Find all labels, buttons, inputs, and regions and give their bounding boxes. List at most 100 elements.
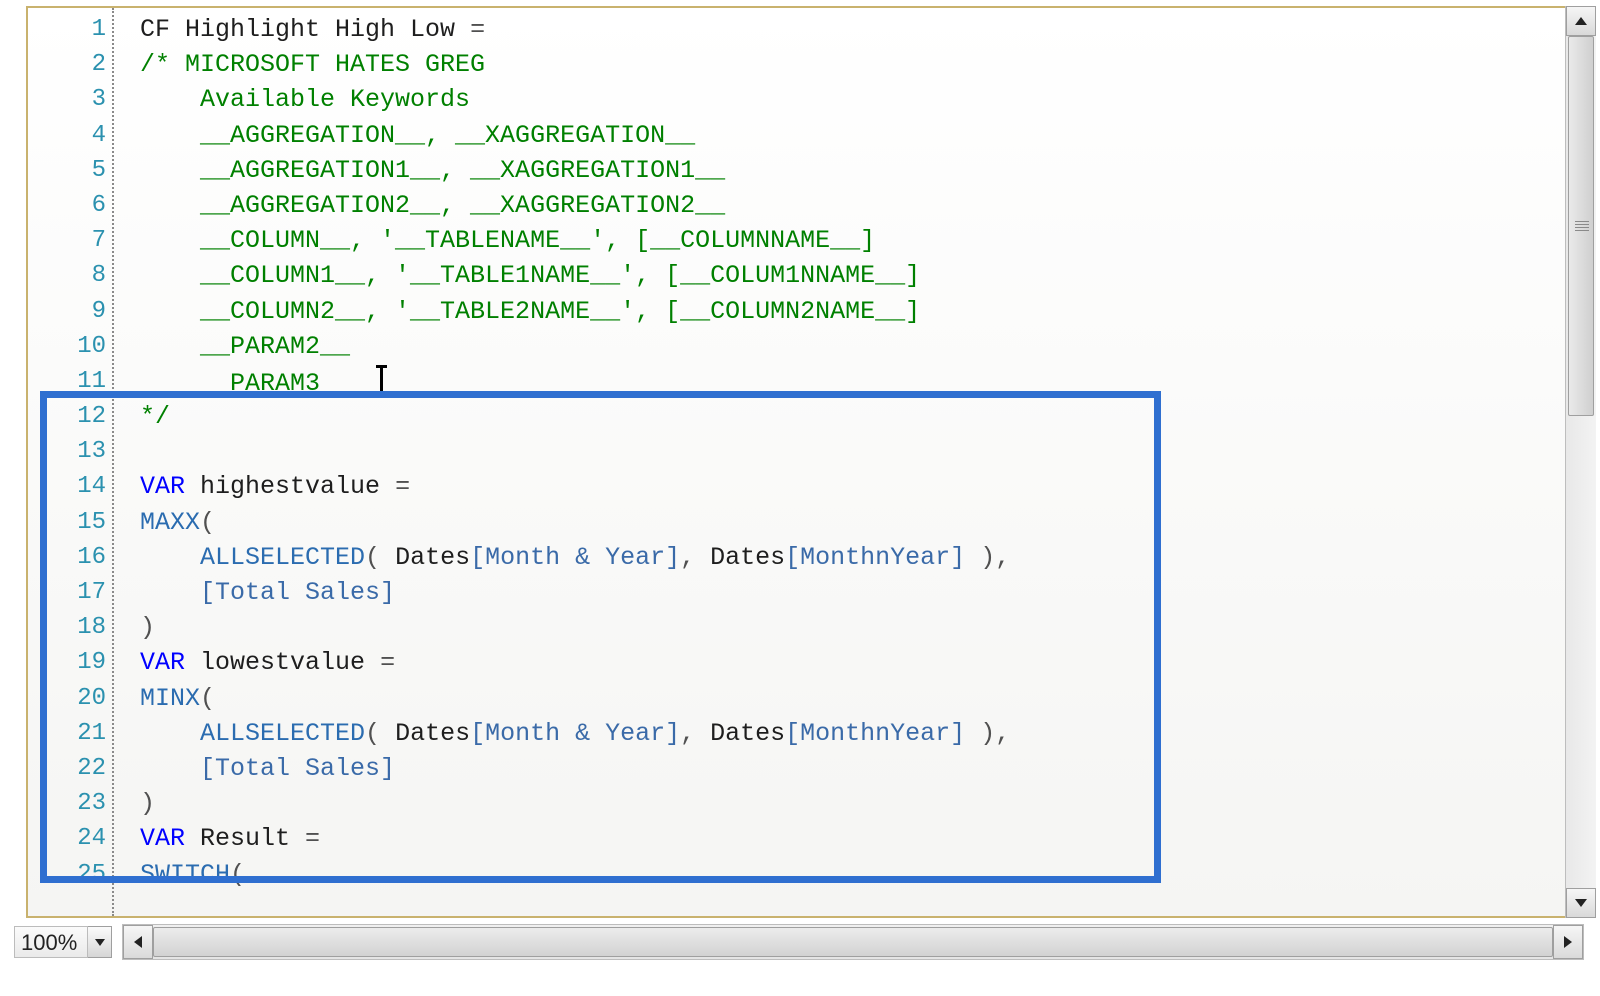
token-punct: ( xyxy=(200,684,215,713)
vertical-scrollbar[interactable] xyxy=(1565,6,1596,918)
vertical-scroll-thumb[interactable] xyxy=(1568,36,1594,416)
line-number: 12 xyxy=(28,399,106,434)
scroll-up-button[interactable] xyxy=(1566,6,1596,36)
token-comment: /* MICROSOFT HATES GREG xyxy=(140,50,485,79)
token-ident xyxy=(140,719,200,748)
horizontal-scroll-thumb[interactable] xyxy=(153,927,1553,957)
zoom-value[interactable]: 100% xyxy=(14,926,88,958)
token-col: [Total Sales] xyxy=(200,754,395,783)
code-line[interactable]: MAXX( xyxy=(140,505,1574,540)
line-number: 4 xyxy=(28,118,106,153)
token-comment: */ xyxy=(140,402,170,431)
line-number: 6 xyxy=(28,188,106,223)
code-editor[interactable]: 1234567891011121314151617181920212223242… xyxy=(28,8,1574,916)
code-line[interactable]: /* MICROSOFT HATES GREG xyxy=(140,47,1574,82)
code-line[interactable] xyxy=(140,434,1574,469)
token-func: MINX xyxy=(140,684,200,713)
line-number: 25 xyxy=(28,857,106,892)
token-punct: ( xyxy=(365,543,395,572)
line-number: 7 xyxy=(28,223,106,258)
token-comment: __COLUMN__, '__TABLENAME__', [__COLUMNNA… xyxy=(140,226,875,255)
line-number: 14 xyxy=(28,469,106,504)
token-func: MAXX xyxy=(140,508,200,537)
scroll-right-button[interactable] xyxy=(1553,925,1583,959)
token-col: [Month & Year] xyxy=(470,719,680,748)
line-number: 15 xyxy=(28,505,106,540)
code-line[interactable]: ALLSELECTED( Dates[Month & Year], Dates[… xyxy=(140,716,1574,751)
code-line[interactable]: ) xyxy=(140,610,1574,645)
token-ident: lowestvalue xyxy=(185,648,380,677)
token-keyword: VAR xyxy=(140,824,185,853)
code-line[interactable]: ) xyxy=(140,786,1574,821)
line-number: 13 xyxy=(28,434,106,469)
line-number: 10 xyxy=(28,329,106,364)
line-number: 5 xyxy=(28,153,106,188)
token-punct: = xyxy=(380,648,395,677)
token-comment: __PARAM3__ xyxy=(140,369,380,398)
code-line[interactable]: VAR lowestvalue = xyxy=(140,645,1574,680)
line-number: 2 xyxy=(28,47,106,82)
code-line[interactable]: SWITCH( xyxy=(140,857,1574,892)
token-punct: , xyxy=(680,543,710,572)
horizontal-scrollbar[interactable] xyxy=(122,924,1584,960)
token-comment: __COLUMN2__, '__TABLE2NAME__', [__COLUMN… xyxy=(140,297,920,326)
token-punct: = xyxy=(395,472,410,501)
code-line[interactable]: __AGGREGATION2__, __XAGGREGATION2__ xyxy=(140,188,1574,223)
token-col: [Total Sales] xyxy=(200,578,395,607)
token-punct: ) xyxy=(140,789,155,818)
code-line[interactable]: __COLUMN__, '__TABLENAME__', [__COLUMNNA… xyxy=(140,223,1574,258)
token-comment: __COLUMN1__, '__TABLE1NAME__', [__COLUM1… xyxy=(140,261,920,290)
line-number: 11 xyxy=(28,364,106,399)
token-ident: Dates xyxy=(710,543,785,572)
line-number: 9 xyxy=(28,294,106,329)
code-line[interactable]: [Total Sales] xyxy=(140,751,1574,786)
line-number: 8 xyxy=(28,258,106,293)
token-punct: ), xyxy=(965,543,1010,572)
code-line[interactable]: __COLUMN1__, '__TABLE1NAME__', [__COLUM1… xyxy=(140,258,1574,293)
line-number: 24 xyxy=(28,821,106,856)
code-line[interactable]: __AGGREGATION__, __XAGGREGATION__ xyxy=(140,118,1574,153)
token-keyword: VAR xyxy=(140,648,185,677)
code-line[interactable]: MINX( xyxy=(140,681,1574,716)
code-line[interactable]: ALLSELECTED( Dates[Month & Year], Dates[… xyxy=(140,540,1574,575)
chevron-down-icon xyxy=(95,939,105,946)
code-line[interactable]: VAR highestvalue = xyxy=(140,469,1574,504)
line-number: 16 xyxy=(28,540,106,575)
scroll-left-button[interactable] xyxy=(123,925,153,959)
code-line[interactable]: */ xyxy=(140,399,1574,434)
code-line[interactable]: [Total Sales] xyxy=(140,575,1574,610)
token-ident: Result xyxy=(185,824,305,853)
code-line[interactable]: __PARAM3__ xyxy=(140,364,1574,399)
line-number: 17 xyxy=(28,575,106,610)
code-line[interactable]: __PARAM2__ xyxy=(140,329,1574,364)
zoom-dropdown-button[interactable] xyxy=(88,926,112,958)
code-line[interactable]: __AGGREGATION1__, __XAGGREGATION1__ xyxy=(140,153,1574,188)
token-func: ALLSELECTED xyxy=(200,543,365,572)
token-col: [Month & Year] xyxy=(470,543,680,572)
token-keyword: VAR xyxy=(140,472,185,501)
token-punct: = xyxy=(470,15,485,44)
code-line[interactable]: VAR Result = xyxy=(140,821,1574,856)
token-ident: Dates xyxy=(395,719,470,748)
line-number: 21 xyxy=(28,716,106,751)
token-punct: , xyxy=(680,719,710,748)
token-comment: __AGGREGATION1__, __XAGGREGATION1__ xyxy=(140,156,725,185)
token-func: SWITCH xyxy=(140,860,230,889)
token-punct: ) xyxy=(140,613,155,642)
code-line[interactable]: Available Keywords xyxy=(140,82,1574,117)
token-ident: Dates xyxy=(395,543,470,572)
line-number: 22 xyxy=(28,751,106,786)
code-line[interactable]: __COLUMN2__, '__TABLE2NAME__', [__COLUMN… xyxy=(140,294,1574,329)
code-area[interactable]: CF Highlight High Low = /* MICROSOFT HATE… xyxy=(140,8,1574,916)
code-line[interactable]: CF Highlight High Low = xyxy=(140,12,1574,47)
line-number-gutter: 1234567891011121314151617181920212223242… xyxy=(28,8,112,916)
token-ident: Dates xyxy=(710,719,785,748)
zoom-control[interactable]: 100% xyxy=(14,924,112,960)
token-punct: ( xyxy=(200,508,215,537)
gutter-separator xyxy=(112,8,114,916)
token-comment: Available Keywords xyxy=(140,85,470,114)
token-punct: = xyxy=(305,824,320,853)
scroll-down-button[interactable] xyxy=(1566,888,1596,918)
line-number: 18 xyxy=(28,610,106,645)
token-comment: __AGGREGATION2__, __XAGGREGATION2__ xyxy=(140,191,725,220)
